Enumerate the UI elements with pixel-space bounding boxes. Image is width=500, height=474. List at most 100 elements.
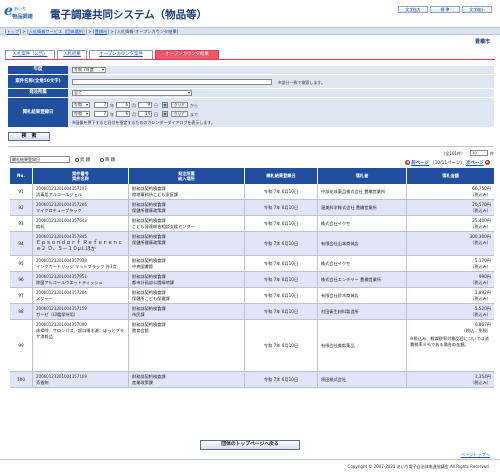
tax-note: （税込み）: [470, 192, 491, 197]
breadcrumb-top[interactable]: トップ: [7, 29, 20, 34]
th-winner: 落札者: [318, 168, 407, 184]
cell-amount: 300,300円 （税込み）: [407, 232, 494, 255]
delivery-place: 市民課: [132, 312, 145, 317]
to-day-input[interactable]: 14: [138, 111, 152, 117]
from-era-select[interactable]: 令和: [72, 102, 90, 108]
logo: e あいち 物品調達: [4, 4, 46, 24]
cell-case: 20060123201004357159 ガーゼ（印鑑保持用）: [33, 304, 129, 319]
copyright: Copyright © 2007-2021 あいち電子自治体推進協議会 All …: [347, 464, 490, 469]
page-top-link[interactable]: ページトップへ: [461, 452, 490, 458]
from-clear-button[interactable]: クリア: [171, 102, 188, 108]
delivery-place: こども発達総合相談支援センター: [132, 224, 195, 229]
table-row: 95 20060123201004357938 インクカートリッジ マットブラック …: [10, 256, 494, 272]
cell-amount: 66,750円 （税込み）: [407, 184, 494, 199]
sort-select[interactable]: 開札結果登録日: [10, 156, 70, 163]
delivery-place: 保健所健康政策課: [132, 208, 166, 213]
cell-amount: 1,354円 （税込み）: [407, 372, 494, 387]
to-era-select[interactable]: 令和: [72, 111, 90, 117]
from-month-input[interactable]: 6: [116, 102, 130, 108]
logo-brand: あいち: [14, 6, 26, 11]
cell-no: 100: [10, 372, 33, 387]
prev-page-link[interactable]: 前ページ: [411, 161, 428, 166]
font-smaller-button[interactable]: 文字縮小: [462, 6, 492, 13]
cell-date: 令和 7年 6月10日: [245, 184, 318, 199]
cell-no: 99: [10, 320, 33, 371]
cell-case: 20060123201004357643 扇机: [33, 216, 129, 231]
breadcrumb-service[interactable]: 入札情報サービス（団体選択）: [29, 29, 86, 34]
tax-note: （税込み）: [470, 224, 491, 229]
case-name: 消毒用アルコールジェル: [36, 192, 82, 197]
result-count: （全101件）: [441, 151, 465, 156]
cell-case: 20060123201004357109 芳香剤: [33, 372, 129, 387]
cell-date: 令和 7年 6月10日: [245, 232, 318, 255]
tab-bid-notice[interactable]: 入札案件（公告）: [5, 50, 55, 59]
from-month-unit: 月: [132, 103, 136, 108]
to-calendar-icon[interactable]: ▦: [162, 111, 168, 117]
back-to-top-button[interactable]: 団体のトップページへ戻る: [200, 440, 300, 450]
cell-winner: 有限会社鈴木商城店: [318, 288, 407, 303]
cell-amount: 990円 （税込み）: [407, 272, 494, 287]
tab-open-counter-result[interactable]: オープンカウンタ結果: [155, 50, 219, 59]
from-calendar-icon[interactable]: ▦: [162, 102, 168, 108]
next-page-link[interactable]: 次ページ: [466, 161, 483, 166]
from-day-unit: 日: [154, 103, 158, 108]
tax-note: （税込み）: [470, 280, 491, 285]
case-name-note: ※部分一致で検索します。: [278, 80, 325, 85]
year-row: 年度 令和 7年度: [8, 66, 494, 75]
year-select[interactable]: 令和 7年度: [72, 67, 106, 73]
search-button[interactable]: 検 索: [8, 132, 50, 141]
to-month-input[interactable]: 6: [116, 111, 130, 117]
cell-case: 20060123201004357951 除菌アルコールウエットティッシュ: [33, 272, 129, 287]
from-day-input[interactable]: 9: [138, 102, 152, 108]
cell-date: 令和 7年 6月10日: [245, 288, 318, 303]
table-row: 92 20060123201004357206 マイクロチューブラック 財務部契約検査…: [10, 200, 494, 216]
dept-label: 発注所属: [8, 89, 68, 97]
case-name: 床掃除、サロンパス、超ロ唾水溶：ほっとプラザ消耗品: [36, 328, 124, 339]
year-label: 年度: [8, 66, 68, 74]
tax-note: （税込み）: [470, 264, 491, 269]
case-name-row: 案件名称 (全角50文字) ※部分一致で検索します。: [8, 75, 494, 89]
delivery-place: 産業政策課: [132, 380, 153, 385]
to-clear-button[interactable]: クリア: [171, 111, 188, 117]
th-amount: 落札金額: [442, 173, 459, 179]
cell-dept: 財務部契約検査課 こども発達総合相談支援センター: [129, 216, 245, 231]
cell-dept: 財務部契約検査課 教育会館: [129, 320, 245, 371]
case-name: 芳香剤: [36, 380, 49, 385]
cell-case: 20060123201004357206 マイクロチューブラック: [33, 200, 129, 215]
table-row: 91 20060123201004357107 消毒用アルコールジェル 財務部契約検査…: [10, 184, 494, 200]
cell-winner: 村田衛生材料製造所: [318, 304, 407, 319]
cell-date: 令和 7年 6月10日: [245, 200, 318, 215]
tab-open-counter[interactable]: オープンカウンタ案件: [89, 50, 153, 59]
table-header: No. 案件番号 案件名称 発注所属 納入場所 開札結果登録日 落札者 落札金額: [10, 168, 494, 184]
per-page-unit: 件: [490, 151, 494, 156]
per-page-select[interactable]: 10: [470, 150, 488, 156]
table-row: 96 20060123201004357951 除菌アルコールウエットティッシュ 財務…: [10, 272, 494, 288]
dept-select[interactable]: 全て: [72, 90, 192, 96]
page-info: （10/11ページ）: [430, 161, 465, 166]
tax-note: （税込み）: [470, 208, 491, 213]
from-year-input[interactable]: 7: [94, 102, 108, 108]
next-arrow-icon: ▶: [485, 160, 490, 165]
cell-no: 96: [10, 272, 33, 287]
cell-dept: 財務部契約検査課 産業政策課: [129, 372, 245, 387]
order-desc-radio[interactable]: 降 順: [100, 157, 115, 163]
delivery-place: 保健所こども保健課: [132, 296, 170, 301]
font-larger-button[interactable]: 文字拡大: [398, 6, 428, 13]
font-standard-button[interactable]: 標 準: [430, 6, 460, 13]
amount-remark: ※税込み、軽減税率対象品目については消費税率８％である場合の金額。: [410, 336, 489, 347]
cell-amount: 5,520円 （税込み）: [407, 304, 494, 319]
case-name-label-text: 案件名称: [15, 78, 33, 84]
cell-date: 令和 7年 6月10日: [245, 216, 318, 231]
to-year-input[interactable]: 7: [94, 111, 108, 117]
prev-arrow-icon: ◀: [404, 160, 410, 165]
case-name-input[interactable]: [72, 79, 272, 85]
order-asc-radio[interactable]: 昇 順: [75, 157, 90, 163]
breadcrumb-org[interactable]: 豊橋市: [95, 29, 108, 34]
cell-dept: 財務部契約検査課 都市計画部公園緑地課: [129, 272, 245, 287]
tax-note: （税込み）: [470, 380, 491, 385]
delivery-place: 教育会館: [132, 328, 149, 333]
tab-bid-result[interactable]: 入札結果: [57, 50, 87, 59]
breadcrumb-current: 入札情報-オープンカウンタ結果: [116, 29, 177, 34]
cell-dept: 財務部契約検査課 保健所こども保健課: [129, 288, 245, 303]
order-asc-label: 昇 順: [80, 158, 91, 163]
